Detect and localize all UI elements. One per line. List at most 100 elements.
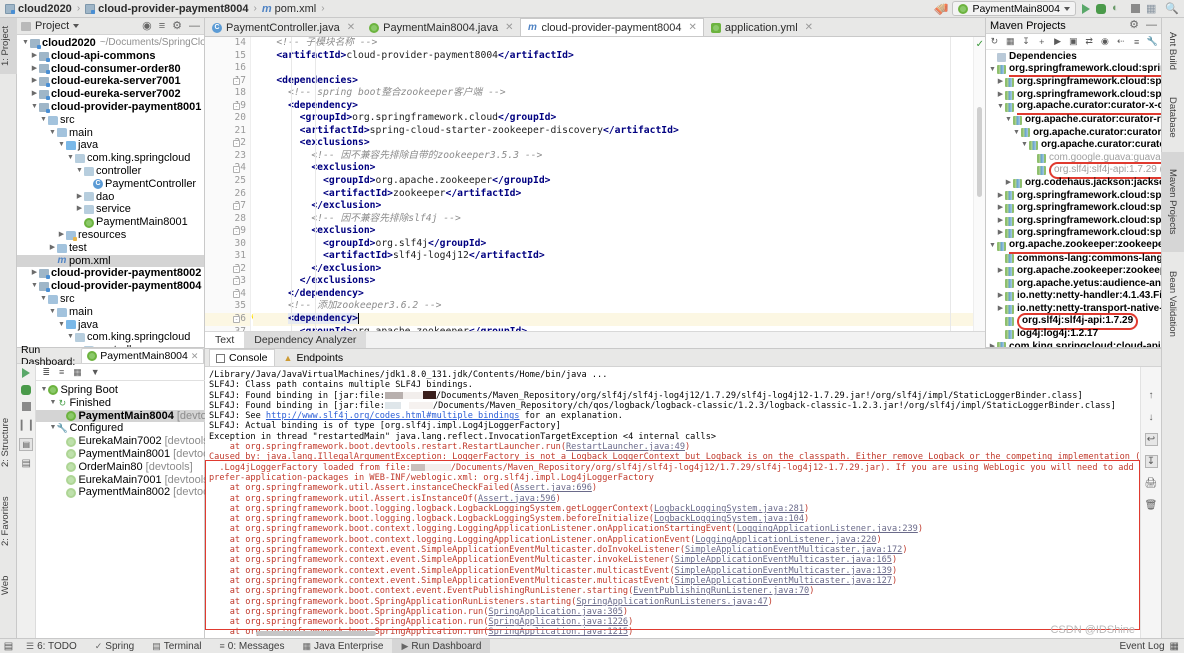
run-dashboard-item[interactable]: ▼ Spring Boot xyxy=(36,384,223,397)
refresh-icon[interactable]: ↻ xyxy=(989,36,1000,47)
console-link[interactable]: http://www.slf4j.org/codes.html#multiple… xyxy=(266,411,520,421)
project-tree-item[interactable]: ▼ main xyxy=(17,127,204,140)
toggle-skip-tests-icon[interactable]: ⇄ xyxy=(1084,36,1095,47)
collapse-all-icon[interactable]: ≡ xyxy=(159,20,165,32)
expand-arrow-icon[interactable]: ▼ xyxy=(996,101,1005,114)
run-icon[interactable] xyxy=(22,368,31,378)
project-tree-item[interactable]: C PaymentController xyxy=(17,178,204,191)
maven-tree-item[interactable]: ▼ org.apache.curator:curator-x-discovery:… xyxy=(986,100,1161,115)
project-tree-item[interactable]: ▶ service xyxy=(17,203,204,216)
expand-arrow-icon[interactable]: ▼ xyxy=(1004,114,1013,127)
search-icon[interactable]: 🔍 xyxy=(1165,2,1179,15)
collapse-arrow-icon[interactable]: ▶ xyxy=(75,191,84,204)
expand-arrow-icon[interactable]: ▼ xyxy=(57,139,66,152)
project-panel-title-group[interactable]: Project xyxy=(21,20,80,32)
stack-trace-link[interactable]: Assert.java:696 xyxy=(514,483,592,493)
breadcrumb-item-module[interactable]: cloud-provider-payment8004 xyxy=(85,3,249,15)
code-fold-icon[interactable]: - xyxy=(233,203,240,211)
run-dashboard-item[interactable]: EurekaMain7001 [devtools] xyxy=(36,474,223,487)
hide-icon[interactable]: — xyxy=(1146,20,1157,31)
expand-arrow-icon[interactable]: ▼ xyxy=(57,319,66,332)
status-bar-item[interactable]: ✓ Spring xyxy=(86,639,143,653)
expand-arrow-icon[interactable]: ▼ xyxy=(75,344,84,347)
code-fold-icon[interactable]: - xyxy=(233,228,240,236)
expand-arrow-icon[interactable]: ▼ xyxy=(30,101,39,114)
chevron-down-icon[interactable] xyxy=(73,24,80,28)
group-icon[interactable]: ▦ xyxy=(73,367,82,378)
scroll-down-icon[interactable]: ↓ xyxy=(1145,411,1158,424)
editor-tab[interactable]: application.yml ✕ xyxy=(704,18,820,36)
editor-tab[interactable]: m cloud-provider-payment8004 ✕ xyxy=(520,18,704,36)
console-tab[interactable]: ▲ Endpoints xyxy=(277,349,351,366)
close-icon[interactable]: ✕ xyxy=(805,22,813,33)
code-fold-icon[interactable]: - xyxy=(233,77,240,85)
sidebar-tab-database[interactable]: Database xyxy=(1161,84,1184,150)
run-dashboard-item[interactable]: PaymentMain8004 [devtools] xyxy=(36,409,224,423)
collapse-target-icon[interactable]: ◉ xyxy=(142,20,152,32)
stack-trace-link[interactable]: LoggingApplicationListener.java:239 xyxy=(737,524,918,534)
project-tree-item[interactable]: ▼ com.king.springcloud xyxy=(17,331,204,344)
hide-icon[interactable]: — xyxy=(189,20,200,32)
event-log-label[interactable]: Event Log xyxy=(1120,641,1165,652)
stack-trace-link[interactable]: LogbackLoggingSystem.java:104 xyxy=(654,514,804,524)
maven-tree-item[interactable]: ▶ org.springframework.cloud:spring-cloud-… xyxy=(986,202,1161,215)
maven-tree-item[interactable]: ▶ org.apache.zookeeper:zookeeper-jute:3.6… xyxy=(986,265,1161,278)
project-tree-item[interactable]: ▶ cloud-provider-payment8002 xyxy=(17,267,204,280)
run-dashboard-tree[interactable]: ▼ Spring Boot ▼ ↻ Finished PaymentMain8004 [de… xyxy=(36,381,224,638)
close-icon[interactable]: ✕ xyxy=(689,22,697,33)
expand-arrow-icon[interactable]: ▼ xyxy=(988,240,997,253)
status-bar-item[interactable]: ☰ 6: TODO xyxy=(17,639,86,653)
expand-arrow-icon[interactable]: ▼ xyxy=(1020,139,1029,152)
sidebar-tab-bean-validation[interactable]: Bean Validation xyxy=(1161,254,1184,354)
stack-trace-link[interactable]: SpringApplication.java:305 xyxy=(488,607,623,617)
project-tree-item[interactable]: ▼ cloud2020~/Documents/SpringCloud/cl xyxy=(17,37,204,50)
console-tab-bar[interactable]: Console ▲ Endpoints xyxy=(205,349,1161,367)
collapse-all-icon[interactable]: ≡ xyxy=(59,367,64,377)
code-fold-icon[interactable]: - xyxy=(233,316,240,324)
collapse-arrow-icon[interactable]: ▶ xyxy=(57,229,66,242)
pom-view-tab[interactable]: Text xyxy=(205,332,245,348)
maven-tree-item[interactable]: ▼ org.apache.curator:curator-client:4.0.1 xyxy=(986,139,1161,152)
expand-arrow-icon[interactable]: ▼ xyxy=(1012,127,1021,140)
collapse-arrow-icon[interactable]: ▶ xyxy=(996,265,1005,278)
status-bar-item[interactable]: ▤ Terminal xyxy=(143,639,210,653)
coverage-icon[interactable]: ◐ xyxy=(1112,2,1125,15)
collapse-arrow-icon[interactable]: ▶ xyxy=(996,190,1005,203)
collapse-arrow-icon[interactable]: ▶ xyxy=(996,303,1005,316)
project-tree-item[interactable]: ▶ test xyxy=(17,242,204,255)
execute-goal-icon[interactable]: ▣ xyxy=(1068,36,1079,47)
editor-tab[interactable]: PaymentMain8004.java ✕ xyxy=(362,18,520,36)
run-configuration-selector[interactable]: PaymentMain8004 xyxy=(952,1,1076,16)
collapse-arrow-icon[interactable]: ▶ xyxy=(996,227,1005,240)
toggle-offline-icon[interactable]: ◉ xyxy=(1100,36,1111,47)
stop-icon[interactable] xyxy=(21,402,31,411)
project-tree-item[interactable]: ▼ src xyxy=(17,114,204,127)
maven-tree-item[interactable]: org.slf4j:slf4j-api:1.7.29 (omitted for … xyxy=(986,162,1161,179)
stack-trace-link[interactable]: SpringApplication.java:1215 xyxy=(488,627,628,637)
project-tree-item[interactable]: ▶ cloud-consumer-order80 xyxy=(17,63,204,76)
expand-all-icon[interactable]: ≣ xyxy=(42,367,50,378)
hammer-icon[interactable]: 🪗 xyxy=(933,2,948,16)
code-fold-icon[interactable]: - xyxy=(233,165,240,173)
project-tree-item[interactable]: m pom.xml xyxy=(17,254,204,268)
editor-tab[interactable]: C PaymentController.java ✕ xyxy=(205,18,362,36)
stack-trace-link[interactable]: RestartLauncher.java:49 xyxy=(566,442,685,452)
scroll-up-icon[interactable]: ↑ xyxy=(1145,389,1158,402)
filter-icon[interactable]: ▼ xyxy=(91,367,100,377)
settings-list-icon[interactable]: ▤ xyxy=(21,458,30,469)
project-structure-icon[interactable]: ▦ xyxy=(1146,2,1159,15)
expand-arrow-icon[interactable]: ▼ xyxy=(48,397,57,410)
maven-tree-item[interactable]: ▶ org.springframework.cloud:spring-cloud-… xyxy=(986,76,1161,89)
breadcrumb-item-file[interactable]: m pom.xml xyxy=(262,3,316,15)
maven-tree-item[interactable]: org.apache.yetus:audience-annotations:0.… xyxy=(986,278,1161,291)
console-horizontal-scrollbar[interactable] xyxy=(256,631,376,636)
expand-arrow-icon[interactable]: ▼ xyxy=(75,165,84,178)
code-fold-icon[interactable]: - xyxy=(233,140,240,148)
code-fold-icon[interactable]: - xyxy=(233,265,240,273)
editor-tab-bar[interactable]: C PaymentController.java ✕ PaymentMain8004.… xyxy=(205,18,985,37)
sidebar-tab-maven-projects[interactable]: Maven Projects xyxy=(1161,152,1184,252)
run-dashboard-item[interactable]: EurekaMain7002 [devtools] xyxy=(36,435,223,448)
maven-tree-item[interactable]: ▶ com.king.springcloud:cloud-api-commons:… xyxy=(986,341,1161,347)
collapse-arrow-icon[interactable]: ▶ xyxy=(48,242,57,255)
console-tab[interactable]: Console xyxy=(209,349,275,366)
